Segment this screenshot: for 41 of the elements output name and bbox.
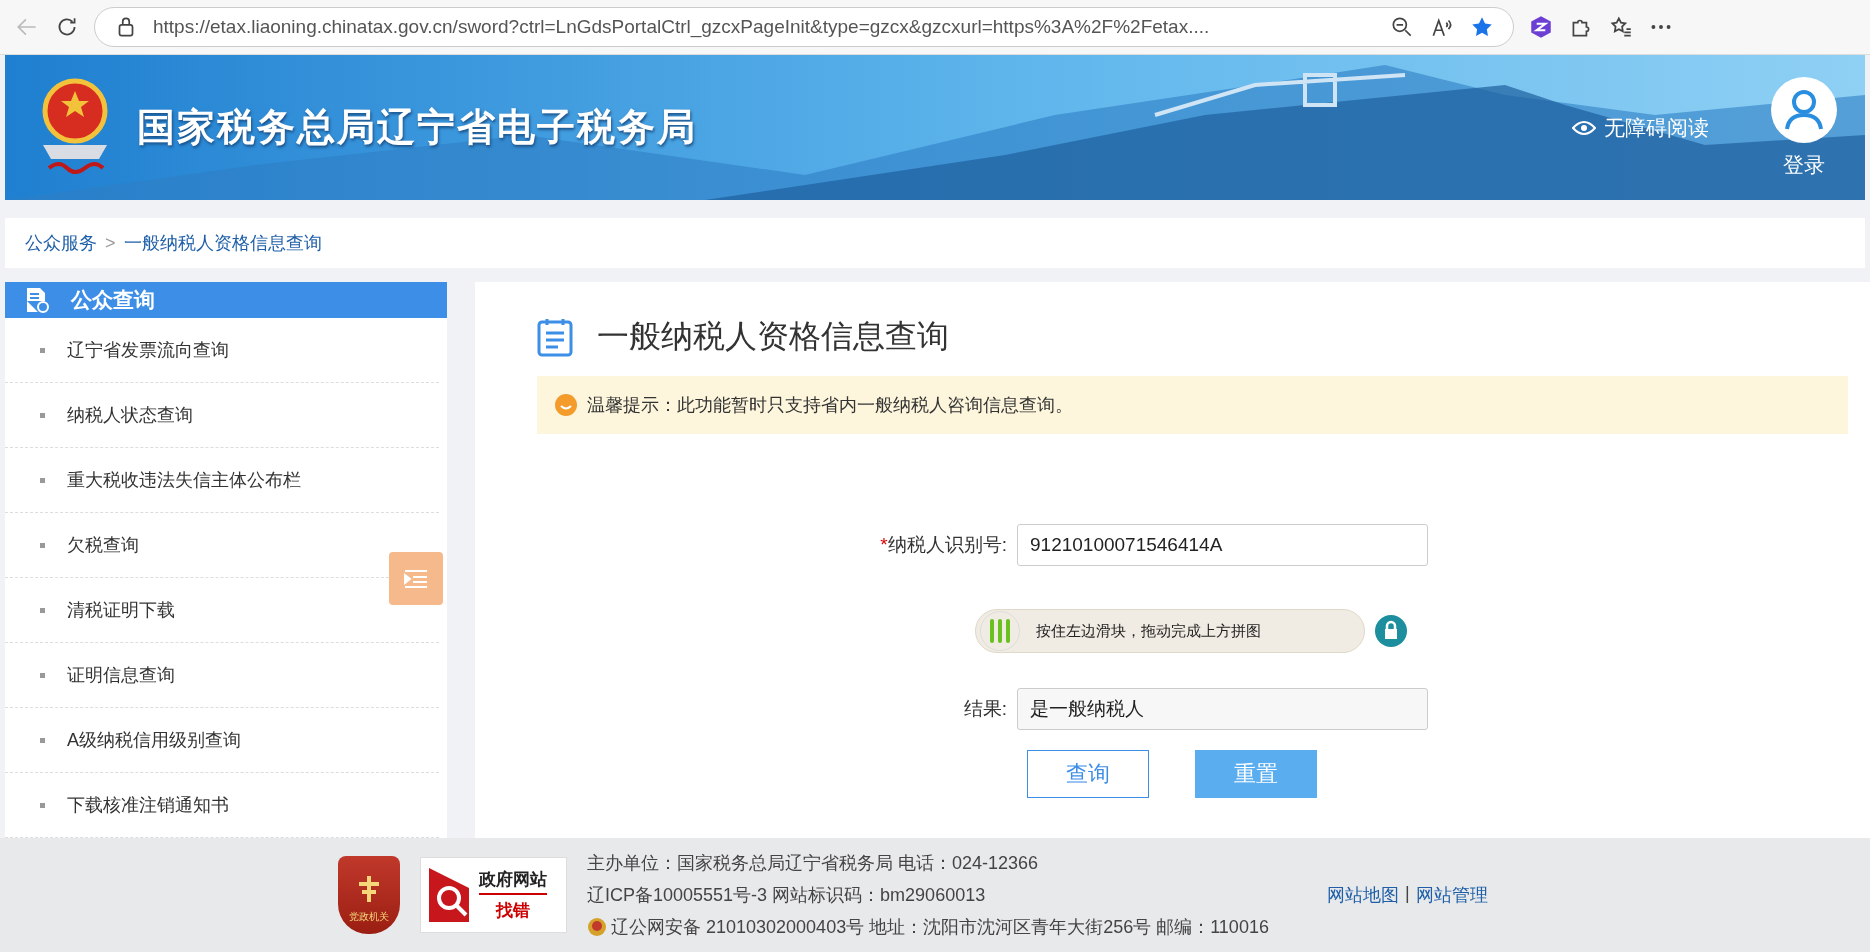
field-label: 纳税人识别号: [887, 534, 1007, 555]
link-separator: | [1405, 883, 1410, 905]
footer-text: 辽公网安备 21010302000403号 地址：沈阳市沈河区青年大街256号 邮编：110016 [611, 916, 1269, 939]
document-icon [25, 287, 49, 313]
list-icon [403, 568, 429, 589]
breadcrumb-link[interactable]: 公众服务 [25, 231, 97, 255]
footer-link[interactable]: 网站管理 [1415, 883, 1488, 907]
login-link[interactable]: 登录 [1783, 150, 1825, 179]
field-label: 结果: [962, 697, 1008, 721]
sidebar-item[interactable]: A级纳税信用级别查询 [5, 708, 439, 773]
slider-handle[interactable] [980, 611, 1020, 651]
badge-text: 政府网站 [479, 868, 547, 895]
breadcrumb-separator: > [105, 232, 116, 254]
sidebar-item[interactable]: 辽宁省发票流向查询 [5, 318, 439, 383]
page-title: 一般纳税人资格信息查询 [597, 317, 949, 356]
footer-text: 主办单位：国家税务总局辽宁省税务局 电话：024-12366 [587, 852, 1040, 875]
sidebar-item[interactable]: 证明信息查询 [5, 643, 439, 708]
lock-icon [1375, 615, 1407, 647]
party-badge[interactable]: 党政机关 [338, 856, 400, 934]
footer-link[interactable]: 网站地图 [1327, 883, 1399, 907]
badge-text: 党政机关 [349, 910, 389, 924]
badge-text: 找错 [496, 900, 530, 922]
extension-icon[interactable] [1528, 14, 1554, 40]
clipboard-icon [537, 317, 573, 357]
slider-hint: 按住左边滑块，拖动完成上方拼图 [1036, 621, 1261, 641]
police-emblem-icon [587, 916, 607, 938]
result-field[interactable]: 是一般纳税人 [1017, 688, 1428, 730]
notice-text: 温馨提示：此功能暂时只支持省内一般纳税人咨询信息查询。 [587, 394, 1073, 417]
breadcrumb-current: 一般纳税人资格信息查询 [123, 232, 322, 255]
address-bar[interactable]: https://etax.liaoning.chinatax.gov.cn/sword?ctrl=LnGdsPortalCtrl_gzcxPageInit&type=gzcx&gzcxurl=https%3A%2F%2Fetax.... [94, 7, 1514, 47]
favorites-icon[interactable] [1608, 14, 1634, 40]
required-marker: * [880, 534, 888, 555]
sidebar-title: 公众查询 [71, 287, 155, 313]
eye-icon [1572, 119, 1596, 136]
footer-text: 辽ICP备10005551号-3 网站标识码：bm29060013 [587, 884, 987, 907]
sidebar-item[interactable]: 重大税收违法失信主体公布栏 [5, 448, 439, 513]
smiley-icon [555, 394, 577, 416]
error-report-badge[interactable]: 政府网站 找错 [420, 857, 567, 933]
taxpayer-id-field[interactable]: 91210100071546414A [1017, 524, 1428, 566]
site-title: 国家税务总局辽宁省电子税务局 [137, 105, 698, 150]
sidebar-item[interactable]: 纳税人状态查询 [5, 383, 439, 448]
